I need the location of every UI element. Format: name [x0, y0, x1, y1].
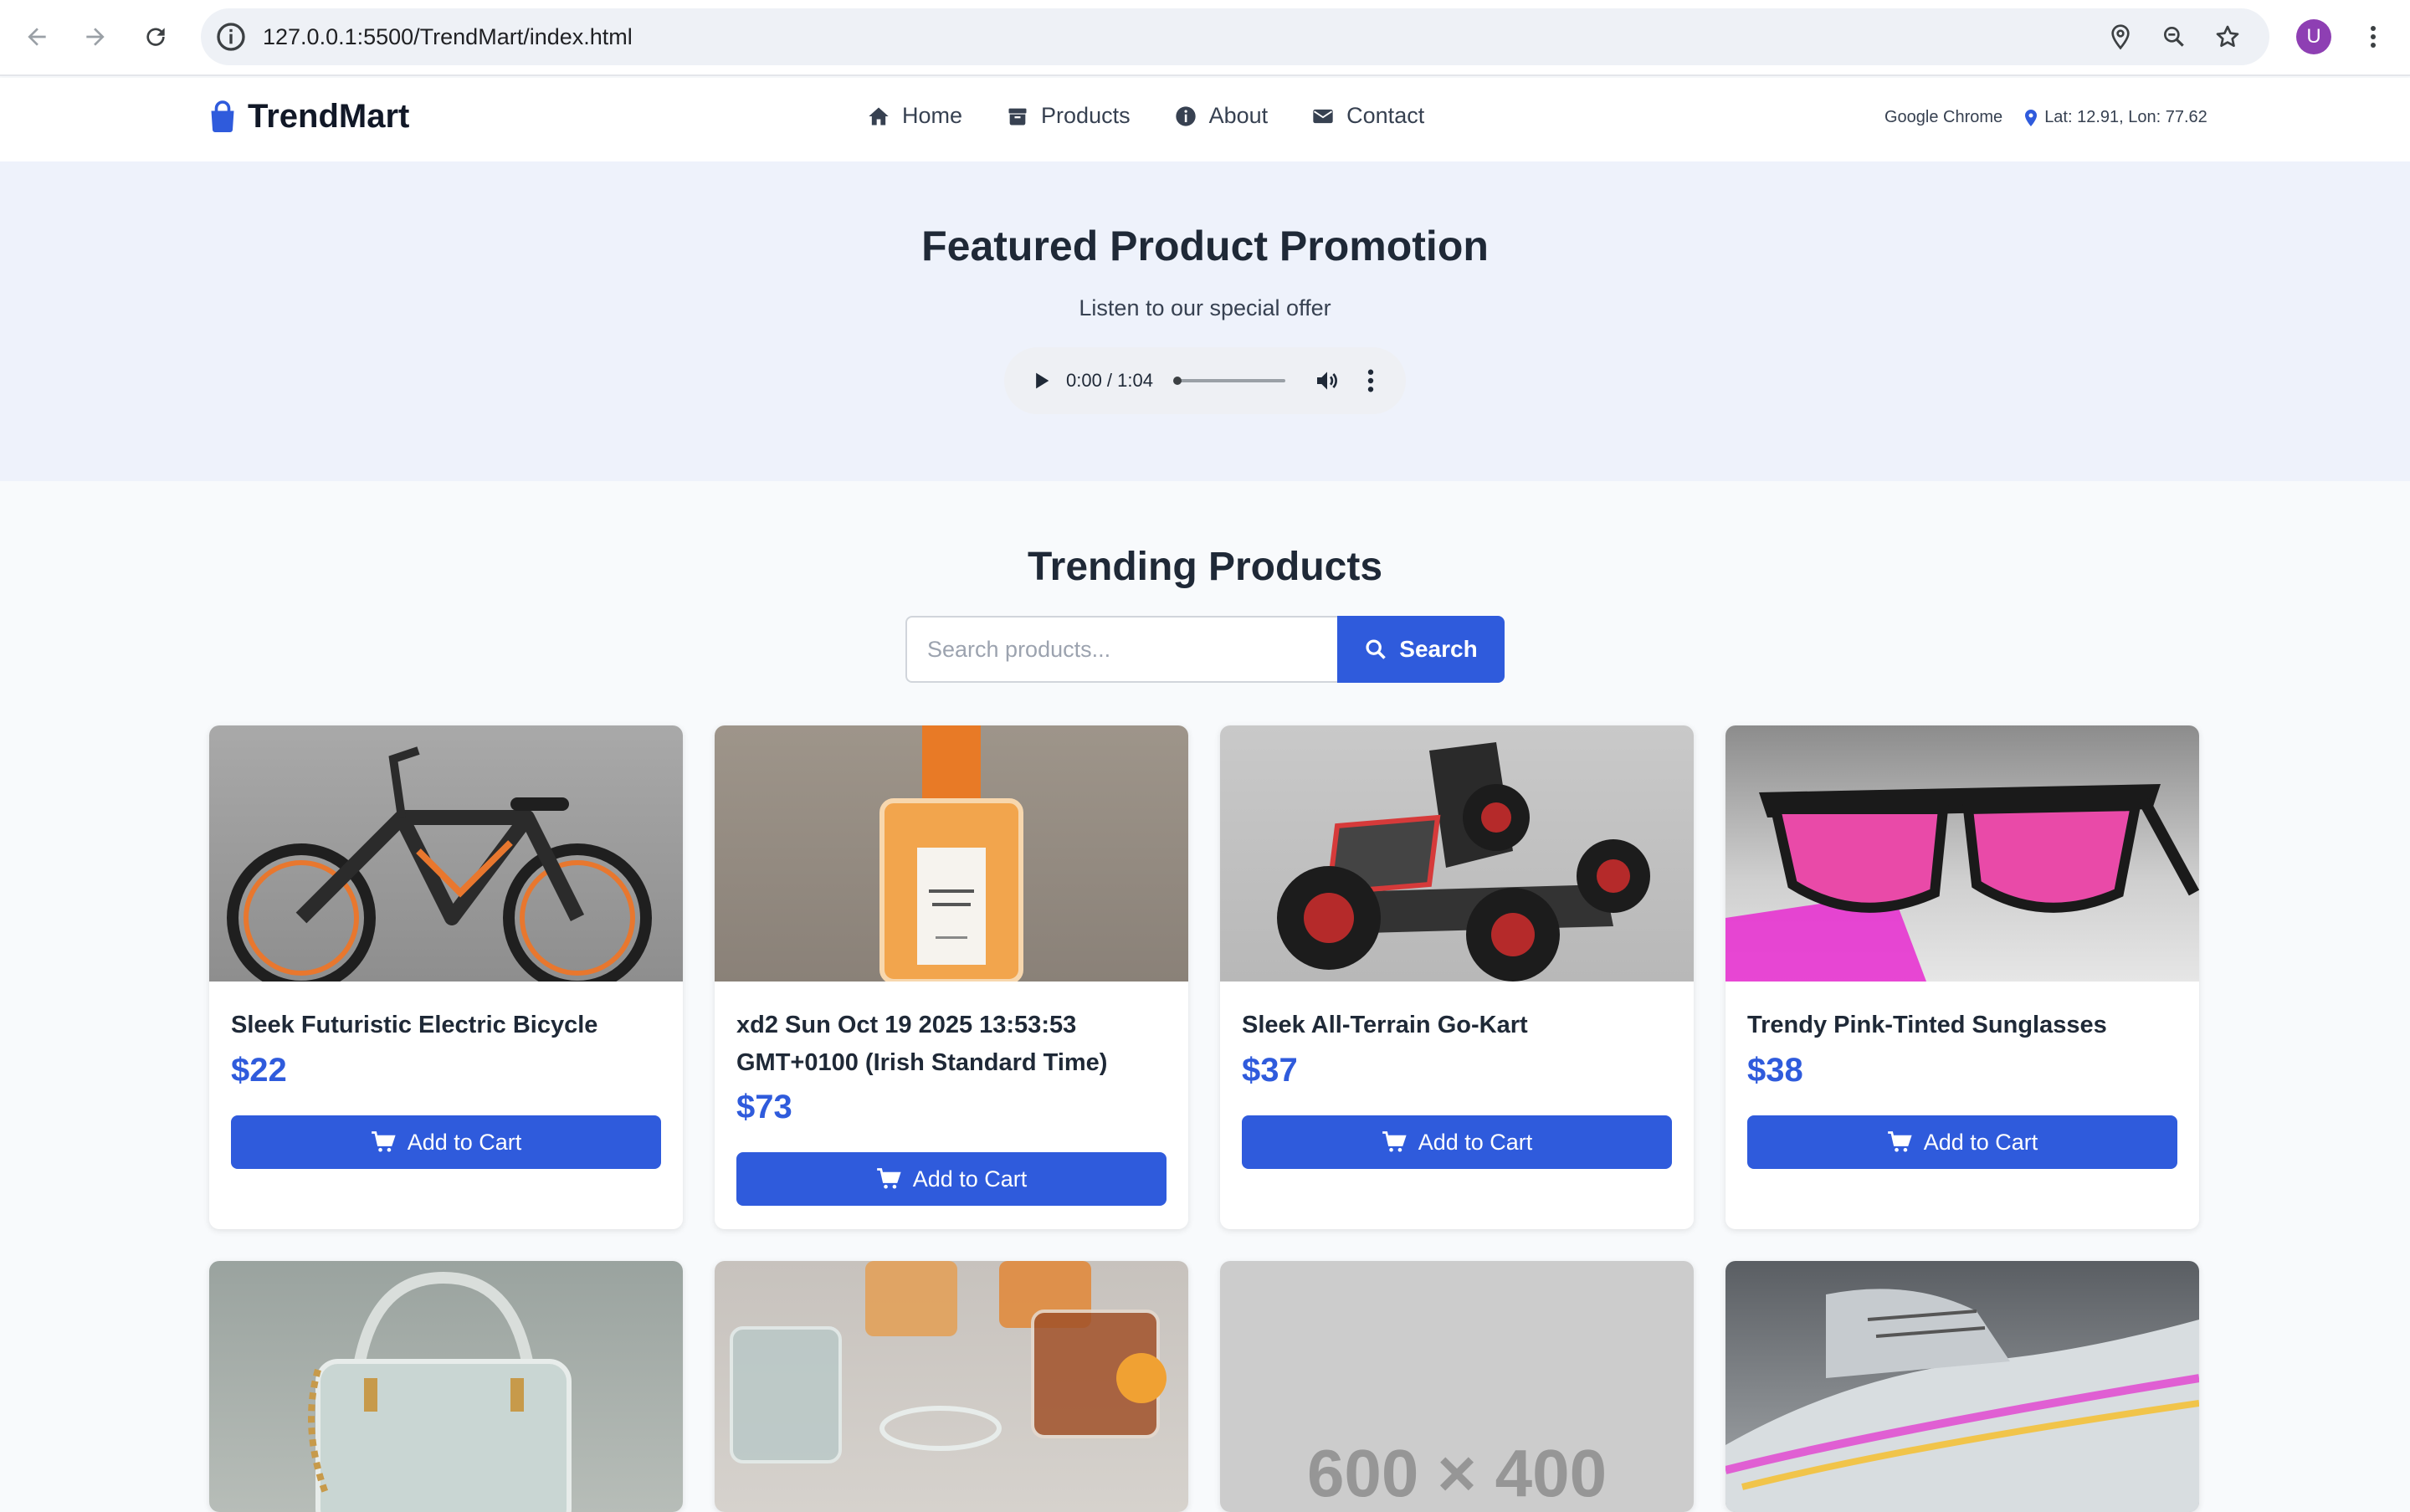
search-icon [1366, 639, 1387, 659]
product-image-placeholder[interactable]: 600 × 400 [1220, 1261, 1694, 1512]
placeholder-label: 600 × 400 [1306, 1436, 1608, 1510]
site-logo[interactable]: TrendMart [208, 98, 409, 136]
add-to-cart-button[interactable]: Add to Cart [736, 1152, 1167, 1206]
product-image-glasses[interactable] [715, 1261, 1188, 1512]
product-image-handbag[interactable] [209, 1261, 683, 1512]
map-marker-icon [2025, 109, 2038, 126]
bookmark-star-icon[interactable] [2211, 20, 2244, 54]
product-name: xd2 Sun Oct 19 2025 13:53:53 GMT+0100 (I… [736, 1012, 1108, 1076]
product-image-perfume[interactable] [715, 725, 1188, 982]
back-icon[interactable] [18, 18, 55, 55]
logo-text: TrendMart [248, 98, 410, 135]
add-to-cart-button[interactable]: Add to Cart [1242, 1115, 1672, 1169]
browser-toolbar: 127.0.0.1:5500/TrendMart/index.html U [0, 0, 2410, 76]
reload-icon[interactable] [137, 18, 174, 55]
address-bar[interactable]: 127.0.0.1:5500/TrendMart/index.html [201, 8, 2269, 65]
add-to-cart-button[interactable]: Add to Cart [231, 1115, 661, 1169]
url-text: 127.0.0.1:5500/TrendMart/index.html [263, 24, 633, 49]
section-title: Trending Products [1027, 545, 1383, 589]
cart-icon [1887, 1131, 1912, 1152]
audio-time: 0:00 / 1:04 [1066, 370, 1153, 391]
browser-menu-icon[interactable] [2358, 18, 2388, 55]
nav-home[interactable]: Home [867, 103, 962, 129]
product-card: xd2 Sun Oct 19 2025 13:53:53 GMT+0100 (I… [715, 725, 1188, 1229]
nav-products-label: Products [1041, 103, 1131, 128]
cart-icon [876, 1168, 901, 1189]
product-card [1725, 1261, 2199, 1512]
nav-about-label: About [1208, 103, 1269, 128]
product-search: Search [905, 616, 1505, 683]
product-card [715, 1261, 1188, 1512]
product-card: Sleek All-Terrain Go-Kart $37 Add to Car… [1220, 725, 1694, 1229]
nav-products[interactable]: Products [1006, 103, 1131, 129]
search-button-label: Search [1399, 636, 1478, 662]
nav-home-label: Home [902, 103, 963, 128]
location-text: Lat: 12.91, Lon: 77.62 [2044, 108, 2207, 126]
add-to-cart-label: Add to Cart [912, 1166, 1028, 1192]
promo-subtitle: Listen to our special offer [1079, 295, 1331, 320]
promo-section: Featured Product Promotion Listen to our… [0, 161, 2410, 481]
envelope-icon [1313, 109, 1333, 123]
product-card [209, 1261, 683, 1512]
shopping-bag-icon [211, 100, 234, 132]
browser-name: Google Chrome [1884, 108, 2003, 126]
cart-icon [1382, 1131, 1407, 1152]
promo-title: Featured Product Promotion [921, 223, 1489, 269]
audio-seek-slider[interactable] [1173, 377, 1285, 385]
product-card: 600 × 400 [1220, 1261, 1694, 1512]
audio-options-icon[interactable] [1361, 367, 1381, 394]
location-info: Lat: 12.91, Lon: 77.62 [2024, 108, 2207, 127]
box-icon [1008, 108, 1027, 125]
add-to-cart-label: Add to Cart [1923, 1129, 2038, 1155]
product-name: Sleek Futuristic Electric Bicycle [231, 1012, 598, 1038]
nav-about[interactable]: About [1174, 103, 1269, 129]
product-image-bicycle[interactable] [209, 725, 683, 982]
zoom-icon[interactable] [2157, 20, 2191, 54]
nav-contact-label: Contact [1346, 103, 1425, 128]
audio-player: 0:00 / 1:04 [1004, 347, 1406, 414]
cart-icon [371, 1131, 396, 1152]
play-icon[interactable] [1029, 369, 1053, 392]
product-price: $73 [736, 1089, 792, 1125]
info-icon [1175, 105, 1196, 126]
site-info-icon[interactable] [214, 20, 248, 54]
main-nav: Home Products About Contact [867, 103, 1424, 129]
product-price: $22 [231, 1052, 287, 1089]
product-price: $38 [1747, 1052, 1803, 1089]
product-name: Sleek All-Terrain Go-Kart [1242, 1012, 1528, 1038]
location-pin-icon[interactable] [2104, 20, 2137, 54]
product-name: Trendy Pink-Tinted Sunglasses [1747, 1012, 2107, 1038]
site-header: TrendMart Home Products About Contact Go… [0, 78, 2410, 161]
add-to-cart-label: Add to Cart [407, 1129, 522, 1155]
search-button[interactable]: Search [1337, 616, 1505, 683]
add-to-cart-label: Add to Cart [1418, 1129, 1533, 1155]
product-price: $37 [1242, 1052, 1298, 1089]
nav-contact[interactable]: Contact [1311, 103, 1424, 129]
product-grid: Sleek Futuristic Electric Bicycle $22 Ad… [209, 725, 2201, 1512]
product-card: Trendy Pink-Tinted Sunglasses $38 Add to… [1725, 725, 2199, 1229]
home-icon [869, 107, 889, 125]
visitor-info: Google Chrome Lat: 12.91, Lon: 77.62 [1884, 108, 2207, 127]
forward-icon[interactable] [77, 18, 114, 55]
search-input[interactable] [905, 616, 1337, 683]
product-image-go-kart[interactable] [1220, 725, 1694, 982]
product-image-sneakers[interactable] [1725, 1261, 2199, 1512]
profile-avatar[interactable]: U [2296, 19, 2331, 54]
add-to-cart-button[interactable]: Add to Cart [1747, 1115, 2177, 1169]
volume-icon[interactable] [1314, 367, 1341, 394]
product-card: Sleek Futuristic Electric Bicycle $22 Ad… [209, 725, 683, 1229]
product-image-sunglasses[interactable] [1725, 725, 2199, 982]
